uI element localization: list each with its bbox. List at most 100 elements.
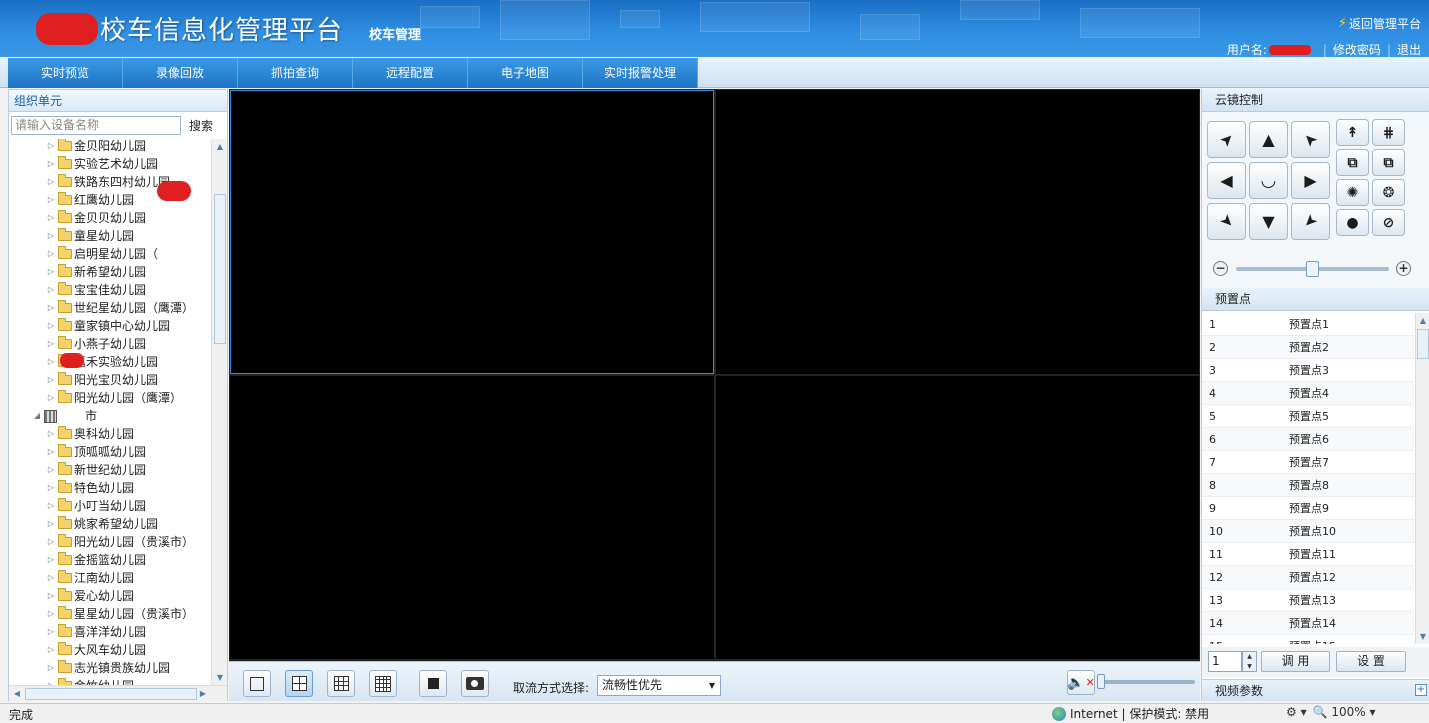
security-zone[interactable]: Internet | 保护模式: 禁用: [1052, 705, 1209, 722]
volume-slider-knob[interactable]: [1097, 674, 1105, 689]
focus-near-button[interactable]: ⧉: [1336, 149, 1369, 176]
light-button[interactable]: ●: [1336, 209, 1369, 236]
expand-triangle-icon[interactable]: ▷: [45, 551, 57, 569]
expand-triangle-icon[interactable]: ▷: [45, 371, 57, 389]
expand-triangle-icon[interactable]: ▷: [45, 533, 57, 551]
expand-triangle-icon[interactable]: ▷: [45, 641, 57, 659]
expand-triangle-icon[interactable]: ▷: [45, 605, 57, 623]
tree-node-kindergarten[interactable]: ▷ 星星幼儿园（贵溪市）: [45, 605, 194, 623]
tree-node-kindergarten[interactable]: ▷ 阳光幼儿园（贵溪市）: [45, 533, 194, 551]
tree-node-kindergarten[interactable]: ▷ 实验艺术幼儿园: [45, 155, 158, 173]
ptz-speed-knob[interactable]: [1306, 261, 1319, 277]
logout-link[interactable]: 退出: [1397, 41, 1421, 57]
expand-triangle-icon[interactable]: ▷: [45, 623, 57, 641]
preset-spinner[interactable]: ▲ ▼: [1242, 651, 1257, 672]
tree-node-kindergarten[interactable]: ▷ 金贝贝幼儿园: [45, 209, 146, 227]
tab-emap[interactable]: 电子地图: [468, 58, 583, 88]
mute-button[interactable]: 🔈 ✕: [1067, 670, 1095, 695]
tab-playback[interactable]: 录像回放: [123, 58, 238, 88]
zoom-control[interactable]: 🔍 100% ▾: [1313, 705, 1376, 719]
tab-alarm-handling[interactable]: 实时报警处理: [583, 58, 698, 88]
scroll-right-arrow-icon[interactable]: ▶: [195, 686, 211, 701]
ptz-up-left-button[interactable]: ➤: [1207, 121, 1246, 158]
focus-far-button[interactable]: ⧉: [1372, 149, 1405, 176]
tree-node-kindergarten[interactable]: ▷ 启明星幼儿园（: [45, 245, 158, 263]
ptz-left-button[interactable]: ◀: [1207, 162, 1246, 199]
preset-row[interactable]: 1 预置点1: [1202, 313, 1414, 336]
tree-node-kindergarten[interactable]: ▷ 江南幼儿园: [45, 569, 134, 587]
change-password-link[interactable]: 修改密码: [1333, 41, 1381, 57]
protected-mode-icon[interactable]: ⚙ ▾: [1286, 705, 1307, 719]
search-button[interactable]: 搜索: [185, 117, 217, 134]
scroll-up-arrow-icon[interactable]: ▲: [212, 139, 228, 154]
tree-node-kindergarten[interactable]: ▷ 童星幼儿园: [45, 227, 134, 245]
zoom-out-button[interactable]: ⋕: [1372, 119, 1405, 146]
expand-plus-icon[interactable]: +: [1415, 684, 1427, 696]
zoom-in-button[interactable]: ↟: [1336, 119, 1369, 146]
speed-minus-icon[interactable]: −: [1213, 261, 1228, 276]
tree-node-kindergarten[interactable]: ▷ 姚家希望幼儿园: [45, 515, 158, 533]
ptz-auto-button[interactable]: ◡: [1249, 162, 1288, 199]
capture-button[interactable]: [461, 670, 489, 697]
tree-node-kindergarten[interactable]: ▷ 喜洋洋幼儿园: [45, 623, 146, 641]
preset-row[interactable]: 2 预置点2: [1202, 336, 1414, 359]
tree-node-kindergarten[interactable]: ▷ 新希望幼儿园: [45, 263, 146, 281]
tree-node-kindergarten[interactable]: ▷ 金竹幼儿园: [45, 677, 134, 685]
tab-snapshot-query[interactable]: 抓拍查询: [238, 58, 353, 88]
tree-node-kindergarten[interactable]: ▷ 阳光幼儿园（鹰潭）: [45, 389, 182, 407]
expand-triangle-icon[interactable]: ▷: [45, 425, 57, 443]
preset-row[interactable]: 5 预置点5: [1202, 405, 1414, 428]
expand-triangle-icon[interactable]: ▷: [45, 443, 57, 461]
expand-triangle-icon[interactable]: ▷: [45, 389, 57, 407]
scroll-thumb[interactable]: [214, 194, 226, 344]
tree-node-kindergarten[interactable]: ▷ 大风车幼儿园: [45, 641, 146, 659]
expand-triangle-icon[interactable]: ▷: [45, 245, 57, 263]
stop-all-button[interactable]: [419, 670, 447, 697]
tree-node-kindergarten[interactable]: ▷ 宝宝佳幼儿园: [45, 281, 146, 299]
video-window-3[interactable]: [230, 376, 714, 659]
expand-triangle-icon[interactable]: ▷: [45, 155, 57, 173]
layout-1x1-button[interactable]: [243, 670, 271, 697]
expand-triangle-icon[interactable]: ▷: [45, 497, 57, 515]
iris-close-button[interactable]: ❂: [1372, 179, 1405, 206]
tree-node-kindergarten[interactable]: ▷ 童家镇中心幼儿园: [45, 317, 170, 335]
ptz-up-right-button[interactable]: ➤: [1291, 121, 1330, 158]
preset-row[interactable]: 15 预置点15: [1202, 635, 1414, 644]
preset-call-button[interactable]: 调 用: [1261, 651, 1330, 672]
iris-open-button[interactable]: ✺: [1336, 179, 1369, 206]
ptz-down-right-button[interactable]: ➤: [1291, 203, 1330, 240]
expand-triangle-icon[interactable]: ▷: [45, 209, 57, 227]
ptz-speed-slider[interactable]: [1236, 261, 1389, 277]
scroll-thumb[interactable]: [25, 688, 197, 700]
expand-triangle-icon[interactable]: ▷: [45, 335, 57, 353]
preset-row[interactable]: 12 预置点12: [1202, 566, 1414, 589]
scroll-down-arrow-icon[interactable]: ▼: [1416, 629, 1429, 644]
tree-node-kindergarten[interactable]: ▷ 小叮当幼儿园: [45, 497, 146, 515]
preset-number-input[interactable]: 1: [1208, 651, 1242, 672]
tree-node-kindergarten[interactable]: ▷ 特色幼儿园: [45, 479, 134, 497]
preset-row[interactable]: 9 预置点9: [1202, 497, 1414, 520]
tree-node-kindergarten[interactable]: ▷ 爱心幼儿园: [45, 587, 134, 605]
preset-row[interactable]: 3 预置点3: [1202, 359, 1414, 382]
preset-set-button[interactable]: 设 置: [1336, 651, 1406, 672]
tab-remote-config[interactable]: 远程配置: [353, 58, 468, 88]
expand-triangle-icon[interactable]: ▷: [45, 317, 57, 335]
ptz-down-button[interactable]: ▼: [1249, 203, 1288, 240]
video-window-2[interactable]: [716, 90, 1199, 374]
expand-triangle-icon[interactable]: ▷: [45, 227, 57, 245]
expand-triangle-icon[interactable]: ▷: [45, 479, 57, 497]
video-params-header[interactable]: 视频参数 +: [1202, 679, 1429, 701]
speed-plus-icon[interactable]: +: [1396, 261, 1411, 276]
return-platform-link[interactable]: ⚡ 返回管理平台: [1338, 15, 1421, 32]
scroll-down-arrow-icon[interactable]: ▼: [212, 670, 228, 685]
layout-2x2-button[interactable]: [285, 670, 313, 697]
ptz-right-button[interactable]: ▶: [1291, 162, 1330, 199]
preset-row[interactable]: 7 预置点7: [1202, 451, 1414, 474]
expand-triangle-icon[interactable]: ▷: [45, 173, 57, 191]
preset-row[interactable]: 8 预置点8: [1202, 474, 1414, 497]
tree-node-kindergarten[interactable]: ▷ 志光镇贵族幼儿园: [45, 659, 170, 677]
device-search-input[interactable]: [11, 115, 181, 135]
layout-4x4-button[interactable]: [369, 670, 397, 697]
scroll-up-arrow-icon[interactable]: ▲: [1416, 313, 1429, 328]
tree-node-kindergarten[interactable]: ▷ 世纪星幼儿园（鹰潭）: [45, 299, 194, 317]
